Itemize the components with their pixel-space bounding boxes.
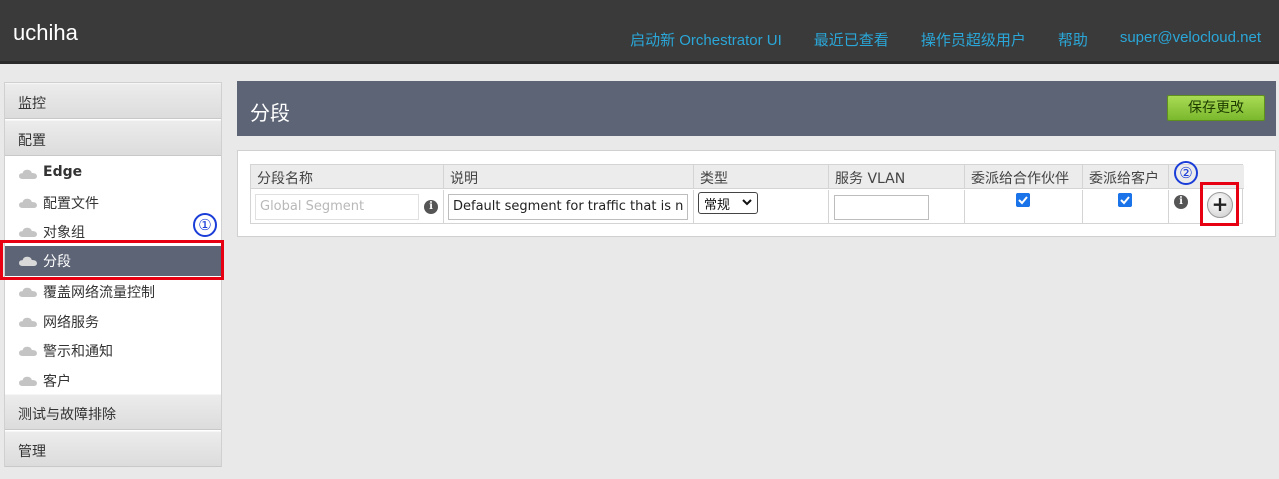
sidebar-item-label: 覆盖网络流量控制 (43, 285, 155, 301)
sidebar-item-profiles[interactable]: 配置文件 (5, 188, 221, 216)
column-header-name: 分段名称 (251, 165, 444, 189)
sidebar-item-label: 对象组 (43, 225, 85, 241)
table-cell-name: Global Segment i (251, 190, 444, 224)
sidebar-item-label: 客户 (43, 374, 71, 390)
type-select-value: 常规 (704, 198, 731, 213)
table-cell-actions: i + (1169, 190, 1244, 224)
cloud-icon (19, 287, 37, 297)
column-header-delegate-partner: 委派给合作伙伴 (965, 165, 1083, 189)
user-account-link[interactable]: super@velocloud.net (1120, 29, 1261, 50)
sidebar-item-label: 网络服务 (43, 315, 99, 331)
sidebar-section-admin[interactable]: 管理 (5, 431, 221, 467)
help-link[interactable]: 帮助 (1058, 29, 1088, 50)
delegate-partner-checkbox[interactable] (1016, 193, 1030, 207)
column-header-description: 说明 (444, 165, 694, 189)
table-cell-service-vlan (829, 190, 965, 224)
cloud-icon (19, 376, 37, 386)
sidebar-item-label: 配置文件 (43, 196, 99, 212)
sidebar-section-configure[interactable]: 配置 (5, 120, 221, 156)
cloud-icon (19, 317, 37, 327)
chevron-down-icon (742, 199, 752, 206)
table-cell-description: Default segment for traffic that is n (444, 190, 694, 224)
sidebar-item-label: 警示和通知 (43, 344, 113, 360)
annotation-number-2: ② (1174, 161, 1198, 185)
sidebar-item-alerts[interactable]: 警示和通知 (5, 336, 221, 364)
cloud-icon (19, 169, 37, 179)
table-cell-delegate-partner (965, 190, 1083, 224)
brand-name: uchiha (13, 20, 78, 45)
segments-table: 分段名称 说明 类型 服务 VLAN 委派给合作伙伴 委派给客户 Global … (250, 164, 1244, 224)
column-header-delegate-customer: 委派给客户 (1083, 165, 1169, 189)
table-cell-type: 常规 (694, 190, 829, 224)
cloud-icon (19, 346, 37, 356)
sidebar-item-edge[interactable]: Edge (5, 159, 221, 187)
column-header-type: 类型 (694, 165, 829, 189)
sidebar-item-segments[interactable]: 分段 (5, 246, 221, 276)
top-bar: uchiha 启动新 Orchestrator UI 最近已查看 操作员超级用户… (0, 0, 1279, 64)
annotation-number-1: ① (193, 213, 217, 237)
add-segment-button[interactable]: + (1207, 192, 1233, 218)
sidebar-item-label: Edge (43, 164, 83, 180)
save-changes-button[interactable]: 保存更改 (1167, 95, 1265, 121)
sidebar-item-object-groups[interactable]: 对象组 (5, 217, 221, 245)
info-icon[interactable]: i (1174, 195, 1188, 209)
page-header: 分段 保存更改 (237, 81, 1276, 136)
description-input[interactable]: Default segment for traffic that is n (448, 194, 688, 220)
column-header-service-vlan: 服务 VLAN (829, 165, 965, 189)
sidebar-section-monitor[interactable]: 监控 (5, 83, 221, 119)
type-select[interactable]: 常规 (698, 192, 758, 214)
cloud-icon (19, 198, 37, 208)
operator-superuser-link[interactable]: 操作员超级用户 (921, 29, 1026, 50)
sidebar: 监控 配置 Edge 配置文件 对象组 分段 覆盖网络流量控制 网络服务 警示和… (4, 82, 222, 467)
service-vlan-input[interactable] (834, 195, 929, 220)
segment-name-input[interactable]: Global Segment (255, 194, 419, 220)
segments-panel: 分段名称 说明 类型 服务 VLAN 委派给合作伙伴 委派给客户 Global … (237, 150, 1276, 237)
top-nav: 启动新 Orchestrator UI 最近已查看 操作员超级用户 帮助 sup… (598, 29, 1261, 50)
recently-viewed-link[interactable]: 最近已查看 (814, 29, 889, 50)
launch-new-ui-link[interactable]: 启动新 Orchestrator UI (630, 29, 782, 50)
cloud-icon (19, 256, 37, 266)
delegate-customer-checkbox[interactable] (1118, 193, 1132, 207)
info-icon[interactable]: i (424, 200, 438, 214)
page-title: 分段 (250, 101, 290, 125)
sidebar-item-overlay-flow-control[interactable]: 覆盖网络流量控制 (5, 277, 221, 305)
sidebar-item-label: 分段 (43, 254, 71, 270)
sidebar-item-customers[interactable]: 客户 (5, 366, 221, 394)
sidebar-section-test[interactable]: 测试与故障排除 (5, 394, 221, 430)
table-cell-delegate-customer (1083, 190, 1169, 224)
sidebar-item-network-services[interactable]: 网络服务 (5, 307, 221, 335)
cloud-icon (19, 227, 37, 237)
